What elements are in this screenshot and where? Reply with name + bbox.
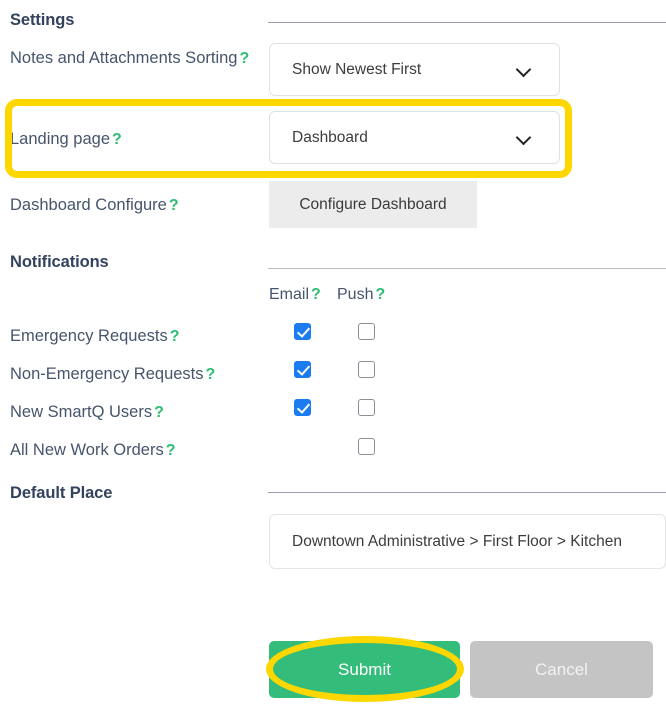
emergency-requests-email-checkbox[interactable] xyxy=(294,323,311,340)
non-emergency-requests-label: Non-Emergency Requests? xyxy=(10,361,215,388)
all-new-work-orders-label-text: All New Work Orders xyxy=(10,441,164,459)
configure-dashboard-button[interactable]: Configure Dashboard xyxy=(269,181,477,228)
default-place-field[interactable]: Downtown Administrative > First Floor > … xyxy=(269,514,666,569)
notes-sorting-select[interactable]: Show Newest First xyxy=(269,43,560,96)
push-column-label: Push xyxy=(337,286,374,303)
settings-section-title: Settings xyxy=(10,11,75,29)
dashboard-configure-label-text: Dashboard Configure xyxy=(10,196,167,214)
notifications-section-title: Notifications xyxy=(10,253,109,271)
landing-page-value: Dashboard xyxy=(292,128,368,146)
notifications-divider xyxy=(268,268,666,269)
all-new-work-orders-label: All New Work Orders? xyxy=(10,437,176,464)
chevron-down-icon xyxy=(517,131,531,145)
help-icon[interactable]: ? xyxy=(164,442,176,459)
all-new-work-orders-push-checkbox[interactable] xyxy=(358,438,375,455)
user-settings-form: Settings Notes and Attachments Sorting? … xyxy=(0,0,666,710)
new-smartq-users-label-text: New SmartQ Users xyxy=(10,403,153,421)
default-place-section-title: Default Place xyxy=(10,484,113,502)
notes-sorting-label: Notes and Attachments Sorting? xyxy=(10,45,260,72)
emergency-requests-push-checkbox[interactable] xyxy=(358,323,375,340)
cancel-button[interactable]: Cancel xyxy=(470,641,653,698)
dashboard-configure-label: Dashboard Configure? xyxy=(10,192,260,219)
help-icon[interactable]: ? xyxy=(168,328,180,345)
non-emergency-requests-push-checkbox[interactable] xyxy=(358,361,375,378)
emergency-requests-label: Emergency Requests? xyxy=(10,323,180,350)
non-emergency-requests-label-text: Non-Emergency Requests xyxy=(10,365,204,383)
landing-page-select[interactable]: Dashboard xyxy=(269,111,560,164)
new-smartq-users-push-checkbox[interactable] xyxy=(358,399,375,416)
default-place-divider xyxy=(268,492,666,493)
help-icon[interactable]: ? xyxy=(237,50,249,67)
emergency-requests-label-text: Emergency Requests xyxy=(10,327,168,345)
help-icon[interactable]: ? xyxy=(110,131,122,148)
email-column-label: Email xyxy=(269,286,310,303)
notes-sorting-label-text: Notes and Attachments Sorting xyxy=(10,49,238,67)
default-place-value: Downtown Administrative > First Floor > … xyxy=(292,532,622,550)
email-column-header: Email? xyxy=(269,286,321,304)
new-smartq-users-label: New SmartQ Users? xyxy=(10,399,164,426)
help-icon[interactable]: ? xyxy=(204,366,216,383)
notes-sorting-value: Show Newest First xyxy=(292,60,422,78)
chevron-down-icon xyxy=(517,63,531,77)
landing-page-label: Landing page? xyxy=(10,126,260,153)
landing-page-label-text: Landing page xyxy=(10,130,111,148)
submit-button[interactable]: Submit xyxy=(269,641,460,698)
new-smartq-users-email-checkbox[interactable] xyxy=(294,399,311,416)
help-icon[interactable]: ? xyxy=(152,404,164,421)
help-icon[interactable]: ? xyxy=(167,197,179,214)
settings-divider xyxy=(268,22,666,23)
help-icon[interactable]: ? xyxy=(373,286,385,303)
push-column-header: Push? xyxy=(337,286,385,304)
help-icon[interactable]: ? xyxy=(309,286,321,303)
non-emergency-requests-email-checkbox[interactable] xyxy=(294,361,311,378)
